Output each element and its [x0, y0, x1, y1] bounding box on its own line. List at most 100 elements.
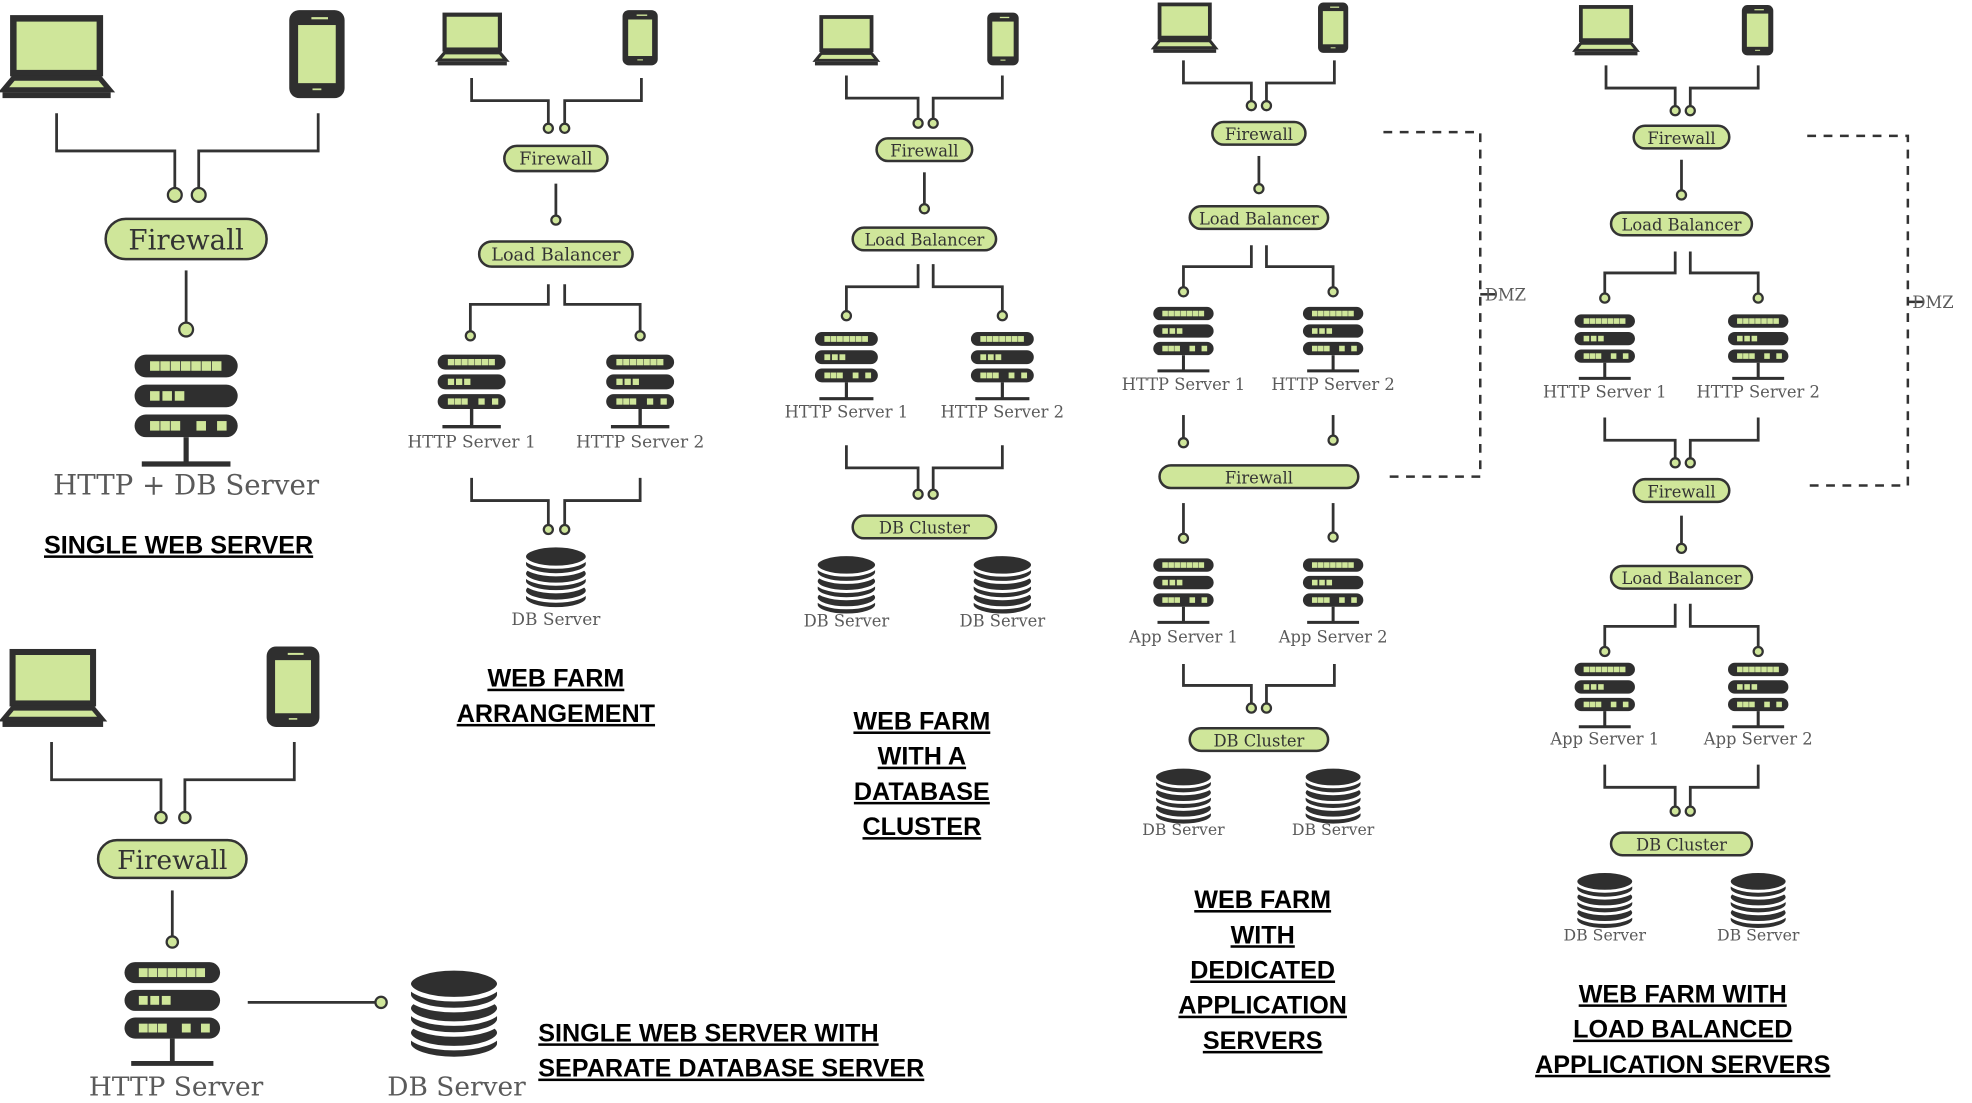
firewall: Firewall [96, 838, 248, 880]
connector-line [1265, 60, 1336, 106]
laptop-keyboard [0, 705, 108, 722]
phone-button [1330, 47, 1336, 49]
title-line: ARRANGEMENT [457, 700, 656, 728]
server-light [1749, 353, 1755, 359]
database-disc [406, 966, 502, 1013]
title-line: LOAD BALANCED [1573, 1016, 1792, 1044]
connector-node [1260, 702, 1273, 714]
connector-line [1688, 764, 1760, 812]
server-light [1336, 310, 1342, 317]
server-light [181, 1023, 191, 1033]
server-light [987, 354, 994, 361]
phone-speaker [999, 16, 1010, 19]
dmz-boundary: DMZ [1383, 130, 1526, 478]
server-light [1743, 701, 1749, 708]
connector-line [845, 445, 920, 495]
phone-screen [628, 19, 653, 57]
server-light [1744, 684, 1750, 690]
server-light [1743, 353, 1749, 359]
server-light [1751, 335, 1758, 342]
load-balancer-label: Load Balancer [1622, 216, 1742, 235]
connector-line [563, 284, 642, 336]
db-cluster-label: DB Cluster [1636, 836, 1727, 855]
server-light [1743, 666, 1749, 673]
server-light [1011, 336, 1018, 342]
internal-firewall: Firewall [1158, 464, 1360, 490]
db-server-1-label: DB Server [804, 611, 890, 630]
connector-line [55, 113, 177, 195]
connector-node [1327, 434, 1339, 446]
diagram-title: WEB FARM WITH A DATABASE CLUSTER [853, 707, 990, 841]
server-light [170, 361, 181, 371]
server-light [1311, 597, 1318, 603]
connector-node [559, 122, 571, 134]
server-light [1192, 310, 1199, 317]
server-icon [1302, 306, 1364, 373]
server-light [1330, 562, 1336, 568]
server-light [643, 359, 650, 366]
server-light [1326, 328, 1333, 334]
server-light [1776, 353, 1782, 359]
laptop-base [814, 61, 878, 66]
http-server-2-label: HTTP Server 2 [941, 403, 1064, 422]
connector-node [178, 321, 195, 338]
server-light [839, 354, 846, 361]
connector-line [563, 477, 642, 530]
firewall: Firewall [104, 217, 268, 261]
server-light [1162, 328, 1168, 334]
diagram-title: SINGLE WEB SERVER WITH SEPARATE DATABASE… [538, 1019, 924, 1082]
connector-node [165, 935, 180, 949]
title-line: DEDICATED [1190, 956, 1335, 984]
server-light [1018, 336, 1024, 342]
server-light [623, 359, 630, 366]
server-light [138, 1023, 148, 1033]
server-light [1342, 562, 1348, 568]
database-disc [970, 553, 1035, 584]
server-light [1311, 310, 1318, 317]
server-light [211, 361, 222, 371]
server-light [616, 378, 623, 385]
server-light [992, 336, 999, 342]
laptop-screen [9, 648, 97, 707]
server-light [616, 359, 623, 366]
server-light [632, 378, 639, 385]
server-light [1189, 345, 1196, 352]
title-line: APPLICATION SERVERS [1535, 1051, 1830, 1079]
phone-screen [1322, 11, 1344, 45]
server-icon [1153, 306, 1214, 373]
connector-node [374, 995, 388, 1010]
server-light [1319, 579, 1325, 586]
server-light [1318, 310, 1324, 317]
server-light [831, 354, 838, 361]
load-balancer-label: Load Balancer [1199, 209, 1319, 228]
connector-node [1669, 105, 1681, 117]
server-unit [970, 350, 1034, 365]
server-light [1761, 666, 1767, 673]
diagram-title: WEB FARM WITH DEDICATED APPLICATION SERV… [1178, 886, 1347, 1055]
server-light [1168, 597, 1174, 603]
server-light [468, 359, 475, 366]
db-server-2-label: DB Server [1292, 820, 1375, 839]
server-light [1595, 701, 1602, 708]
phone-screen [1746, 13, 1769, 47]
server-icon [1153, 558, 1214, 624]
server-light [447, 359, 455, 366]
server-light [1583, 666, 1590, 673]
server-icon [1574, 662, 1635, 729]
server-light [1339, 345, 1345, 352]
server-light [1330, 310, 1336, 317]
title-line: APPLICATION [1178, 992, 1347, 1020]
server-light [475, 359, 482, 366]
architecture-diagrams: Firewall HTTP + DB Server SINGLE WEB SERVE… [0, 2, 1954, 1102]
laptop-screen [10, 15, 104, 77]
connector-node [1684, 457, 1696, 469]
laptop-keyboard [0, 75, 116, 93]
smartphone-icon [289, 10, 345, 99]
server-light [1622, 353, 1629, 359]
server-light [461, 398, 468, 405]
database-icon [1153, 765, 1214, 827]
server-light [1201, 597, 1208, 603]
server-light [1162, 310, 1168, 317]
connector-line [1688, 417, 1760, 463]
server-light [624, 378, 631, 385]
